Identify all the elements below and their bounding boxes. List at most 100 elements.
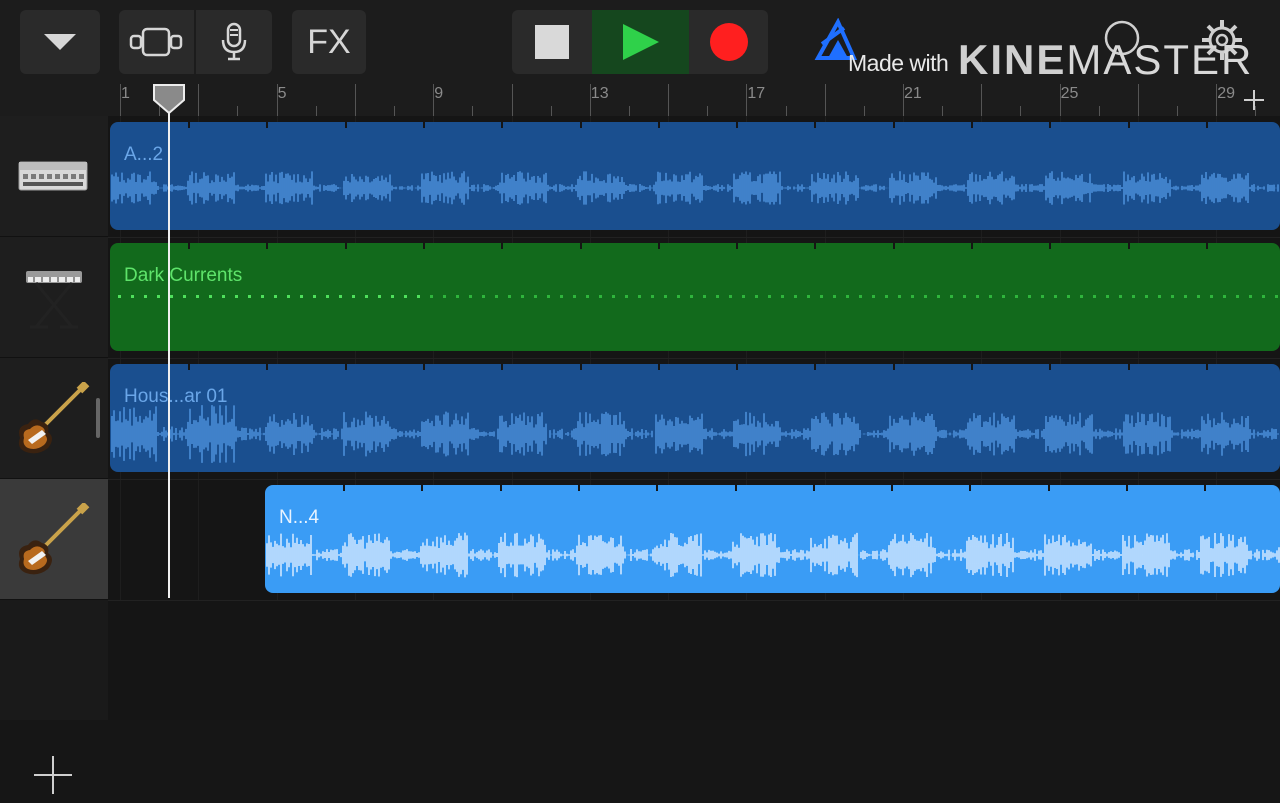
track-scroll-indicator[interactable] xyxy=(96,398,100,438)
play-button[interactable] xyxy=(592,10,689,74)
plus-icon xyxy=(1244,90,1264,110)
electric-guitar-icon xyxy=(18,382,90,454)
ruler-tick xyxy=(1137,84,1139,116)
region-seam xyxy=(892,364,895,370)
region-seam xyxy=(1205,364,1208,370)
ruler-tick xyxy=(1020,106,1022,116)
region-seam xyxy=(814,122,817,128)
region-seam xyxy=(344,243,347,249)
tracks-view-button[interactable] xyxy=(119,10,194,74)
region-seam xyxy=(344,122,347,128)
timeline-ruler[interactable]: 1 5 9 13 17 21 25 29 xyxy=(108,84,1280,117)
region-seam xyxy=(971,122,973,128)
region-seam xyxy=(344,364,347,370)
region-seam xyxy=(1127,122,1130,128)
lane-divider xyxy=(108,237,1280,238)
playhead-handle[interactable] xyxy=(153,84,185,114)
electric-guitar-icon xyxy=(18,503,90,575)
region-title: Dark Currents xyxy=(124,265,243,286)
audio-region[interactable]: A...2 xyxy=(110,122,1280,230)
waveform xyxy=(266,532,1280,578)
fx-button[interactable]: FX xyxy=(292,10,366,74)
watermark-brand-master: MASTER xyxy=(1066,36,1254,83)
tracks-view-icon xyxy=(129,27,182,57)
waveform xyxy=(111,171,1279,205)
ruler-bar-label: 1 xyxy=(121,85,130,102)
play-icon xyxy=(622,24,659,60)
track-lane: Hous...ar 01 xyxy=(108,358,1280,478)
ruler-corner xyxy=(0,84,108,116)
ruler-bar-label: 9 xyxy=(434,85,444,102)
watermark-brand-kine: KINE xyxy=(958,36,1067,83)
region-seam xyxy=(579,243,582,249)
region-seam xyxy=(1049,243,1052,249)
audio-region[interactable]: Hous...ar 01 xyxy=(110,364,1280,472)
ruler-tick xyxy=(785,106,787,116)
my-songs-menu-button[interactable] xyxy=(20,10,100,74)
region-seam xyxy=(266,243,269,249)
region-seam xyxy=(736,122,739,128)
ruler-tick xyxy=(354,84,356,116)
ruler-tick xyxy=(668,84,670,116)
region-seam xyxy=(188,243,190,249)
region-seam xyxy=(266,122,269,128)
ruler-tick xyxy=(550,106,552,116)
region-seam xyxy=(501,243,504,249)
region-seam xyxy=(814,364,817,370)
ruler-tick xyxy=(942,106,944,116)
track-header-keyboard[interactable] xyxy=(0,237,108,358)
ruler-tick xyxy=(824,84,826,116)
track-header-drums[interactable] xyxy=(0,116,108,237)
stop-button[interactable] xyxy=(512,10,592,74)
track-lane: N...4 xyxy=(108,479,1280,599)
region-seam xyxy=(579,122,582,128)
lane-divider xyxy=(108,479,1280,480)
audio-region-selected[interactable]: N...4 xyxy=(265,485,1280,593)
ruler-tick xyxy=(1098,106,1100,116)
lane-divider xyxy=(108,358,1280,359)
ruler-tick xyxy=(237,106,239,116)
region-seam xyxy=(1127,364,1130,370)
ruler-tick xyxy=(198,84,200,116)
region-seam xyxy=(1047,485,1050,491)
track-header-guitar-2[interactable] xyxy=(0,479,108,600)
region-seam xyxy=(971,364,973,370)
ruler-tick xyxy=(628,106,630,116)
region-seam xyxy=(579,364,582,370)
record-button[interactable] xyxy=(689,10,768,74)
ruler-tick xyxy=(315,106,317,116)
region-seam xyxy=(657,243,660,249)
region-seam xyxy=(1049,122,1052,128)
ruler-tick xyxy=(394,106,396,116)
mic-button[interactable] xyxy=(196,10,272,74)
region-seam xyxy=(656,485,659,491)
region-seam xyxy=(812,485,815,491)
region-seam xyxy=(1126,485,1128,491)
track-header-guitar-1[interactable] xyxy=(0,358,108,479)
region-seam xyxy=(1205,243,1208,249)
ruler-bar-label: 25 xyxy=(1060,85,1079,102)
region-title: N...4 xyxy=(279,507,320,528)
track-lanes: A...2 Dark Currents Hous...ar 01 N...4 xyxy=(108,116,1280,720)
region-seam xyxy=(1205,122,1208,128)
microphone-icon xyxy=(221,22,247,61)
ruler-tick xyxy=(472,106,474,116)
ruler-tick xyxy=(511,84,513,116)
add-section-button[interactable] xyxy=(1240,86,1268,114)
region-title: Hous...ar 01 xyxy=(124,386,228,407)
track-headers xyxy=(0,116,108,794)
region-seam xyxy=(577,485,580,491)
region-seam xyxy=(657,122,660,128)
region-seam xyxy=(892,243,895,249)
keyboard-icon xyxy=(26,271,82,329)
add-track-button[interactable] xyxy=(30,752,76,798)
region-seam xyxy=(969,485,972,491)
track-lane: Dark Currents xyxy=(108,237,1280,357)
midi-region[interactable]: Dark Currents xyxy=(110,243,1280,351)
watermark-brand: KINEMASTER xyxy=(958,36,1253,84)
record-icon xyxy=(709,23,748,61)
region-seam xyxy=(422,364,425,370)
ruler-tick xyxy=(1177,106,1179,116)
control-bar: FX Made with KINEMASTER xyxy=(0,0,1280,84)
playhead-line xyxy=(168,112,170,598)
